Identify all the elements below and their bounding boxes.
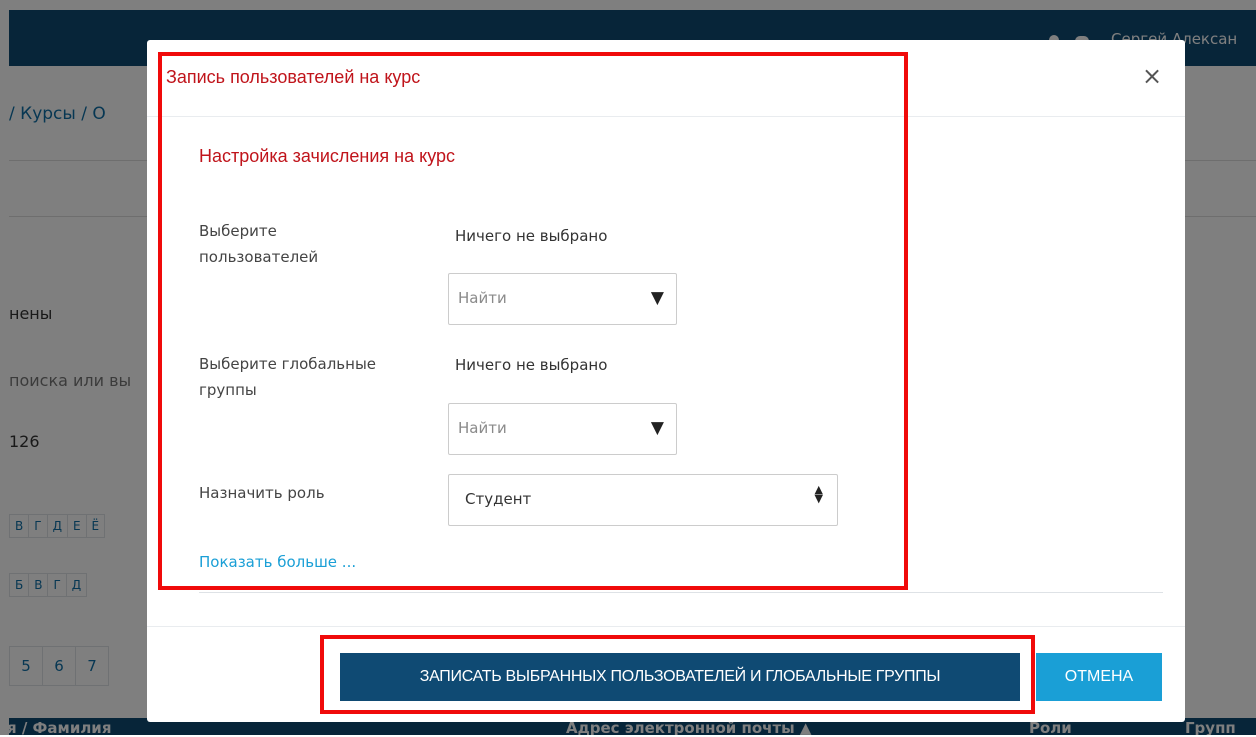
highlight-box-buttons	[320, 635, 1035, 714]
close-icon[interactable]: ×	[1142, 62, 1162, 90]
highlight-box-form	[158, 52, 908, 590]
modal-footer-divider	[147, 626, 1185, 627]
divider	[199, 592, 1163, 593]
cancel-button[interactable]: ОТМЕНА	[1036, 653, 1162, 701]
